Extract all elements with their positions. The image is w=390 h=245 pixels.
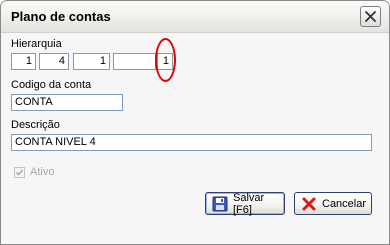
ativo-checkbox[interactable] xyxy=(14,167,25,178)
save-button-label: Salvar [F6] xyxy=(233,191,265,216)
window-title: Plano de contas xyxy=(11,9,111,24)
hierarquia-field-1[interactable]: 1 xyxy=(11,53,36,70)
plano-de-contas-window: Plano de contas Hierarquia 1 4 1 1 Codig… xyxy=(0,0,390,245)
cancel-button-label: Cancelar xyxy=(322,197,367,210)
hierarquia-field-5[interactable]: 1 xyxy=(157,53,173,70)
codigo-field[interactable]: CONTA xyxy=(11,94,123,111)
codigo-label: Codigo da conta xyxy=(11,79,92,91)
cancel-button[interactable]: Cancelar xyxy=(294,192,372,215)
hierarquia-field-2[interactable]: 4 xyxy=(39,53,69,70)
close-button[interactable] xyxy=(360,6,381,27)
descricao-field[interactable]: CONTA NIVEL 4 xyxy=(11,134,372,151)
ativo-label: Ativo xyxy=(30,166,55,178)
save-button[interactable]: Salvar [F6] xyxy=(205,191,285,216)
hierarquia-label: Hierarquia xyxy=(11,38,62,50)
red-x-icon xyxy=(301,196,317,212)
hierarquia-field-4[interactable] xyxy=(113,53,156,70)
close-x-icon xyxy=(365,11,376,22)
title-bar: Plano de contas xyxy=(1,1,389,33)
descricao-label: Descrição xyxy=(11,119,60,131)
hierarquia-field-3[interactable]: 1 xyxy=(73,53,110,70)
check-icon xyxy=(15,169,24,176)
floppy-disk-icon xyxy=(212,196,228,212)
